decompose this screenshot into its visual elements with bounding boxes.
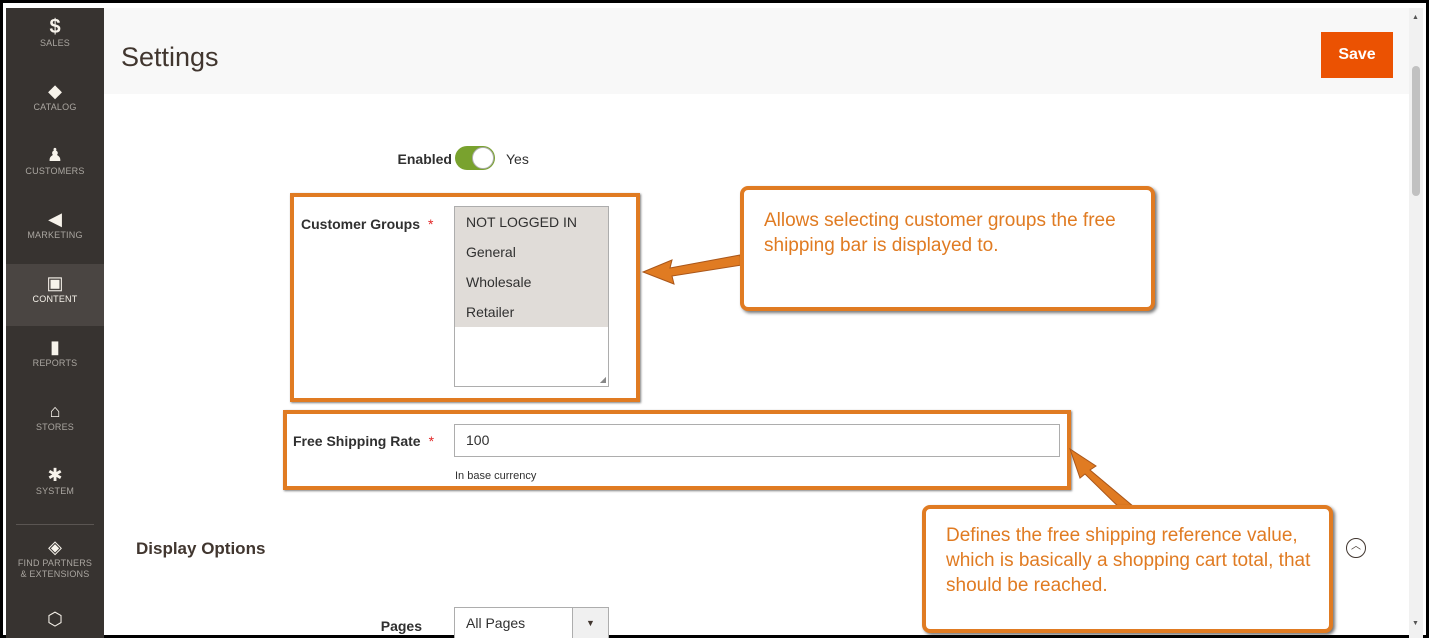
callout-free-shipping-rate: Defines the free shipping reference valu… <box>922 505 1333 633</box>
callout-customer-groups: Allows selecting customer groups the fre… <box>740 186 1155 311</box>
arrow-to-customer-groups <box>641 254 743 285</box>
